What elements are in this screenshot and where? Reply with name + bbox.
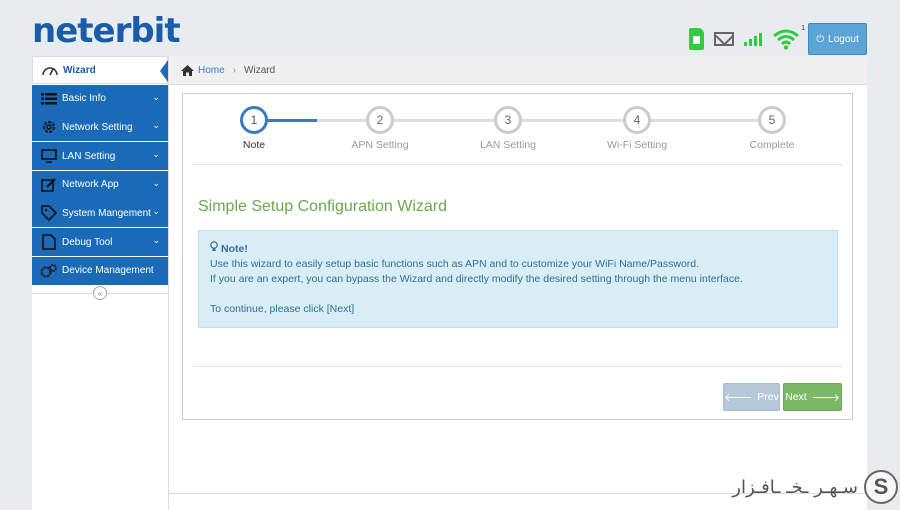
step-complete: 5 Complete	[722, 106, 822, 151]
tag-icon	[40, 205, 58, 222]
chevron-down-icon: ⌄	[152, 235, 160, 246]
watermark: سـهـر ـخـ ـافـزار S	[732, 470, 898, 504]
step-label: LAN Setting	[479, 139, 537, 151]
next-label: Next	[785, 391, 807, 403]
breadcrumb-home[interactable]: Home	[181, 64, 225, 76]
arrow-left-icon: 🡐	[724, 391, 753, 404]
sidebar-item-system-management[interactable]: System Mangement ⌄	[32, 199, 168, 228]
note-line-2: If you are an expert, you can bypass the…	[210, 273, 743, 285]
step-label: Wi-Fi Setting	[606, 139, 668, 151]
gears-icon	[40, 263, 58, 279]
gear-icon	[40, 119, 58, 135]
brand-logo: neterbit	[32, 11, 181, 51]
wizard-steps: 1 Note 2 APN Setting 3 LAN Setting 4 Wi-…	[193, 106, 843, 156]
step-number: 1	[240, 106, 268, 134]
status-icons: 1	[689, 25, 805, 50]
sidebar-item-label: Device Management	[62, 265, 154, 277]
signal-strength-icon	[744, 32, 762, 46]
logout-button[interactable]: ⏻ Logout	[808, 23, 867, 55]
sidebar-item-label: Network App	[62, 179, 119, 191]
note-alert: Note! Use this wizard to easily setup ba…	[198, 230, 838, 328]
chevron-down-icon: ⌄	[152, 206, 160, 217]
dashboard-icon	[41, 62, 59, 78]
sidebar-item-wizard[interactable]: Wizard	[32, 56, 168, 84]
note-line-3: To continue, please click [Next]	[210, 303, 355, 315]
prev-button[interactable]: 🡐 Prev	[723, 383, 780, 411]
sidebar: Wizard Basic Info ⌄ Network Setting ⌄ LA…	[32, 56, 169, 510]
panel-divider	[193, 366, 843, 367]
note-heading: Note!	[210, 241, 826, 257]
collapse-sidebar-button[interactable]: «	[93, 286, 107, 300]
step-number: 5	[758, 106, 786, 134]
wifi-client-count: 1	[801, 25, 805, 32]
sidebar-item-label: Basic Info	[62, 93, 106, 105]
sidebar-item-network-setting[interactable]: Network Setting ⌄	[32, 113, 168, 142]
step-label: APN Setting	[351, 139, 409, 151]
wizard-panel: 1 Note 2 APN Setting 3 LAN Setting 4 Wi-…	[182, 93, 853, 420]
home-icon	[181, 64, 194, 76]
monitor-icon	[40, 148, 58, 164]
wizard-title: Simple Setup Configuration Wizard	[198, 198, 448, 215]
step-lan-setting: 3 LAN Setting	[458, 106, 558, 151]
main-content: Home › Wizard 1 Note 2 APN Setting 3 LAN…	[169, 56, 867, 510]
steps-divider	[193, 164, 843, 165]
sim-card-icon[interactable]	[689, 28, 704, 50]
chevron-down-icon: ⌄	[152, 120, 160, 131]
sidebar-item-label: Network Setting	[62, 121, 133, 133]
sidebar-item-basic-info[interactable]: Basic Info ⌄	[32, 84, 168, 113]
list-icon	[40, 91, 58, 107]
step-apn-setting: 2 APN Setting	[330, 106, 430, 151]
note-heading-text: Note!	[221, 242, 248, 255]
sidebar-item-network-app[interactable]: Network App ⌄	[32, 170, 168, 199]
header: neterbit 1 ⏻ Logout	[0, 0, 900, 56]
chevron-down-icon: ⌄	[152, 91, 160, 102]
sidebar-item-label: Debug Tool	[62, 236, 113, 248]
power-icon: ⏻	[816, 33, 825, 45]
step-note: 1 Note	[204, 106, 304, 151]
breadcrumb: Home › Wizard	[169, 56, 867, 85]
watermark-text: سـهـر ـخـ ـافـزار	[732, 476, 858, 498]
note-spacer	[210, 287, 826, 302]
step-wifi-setting: 4 Wi-Fi Setting	[587, 106, 687, 151]
sidebar-item-lan-setting[interactable]: LAN Setting ⌄	[32, 142, 168, 171]
breadcrumb-home-label: Home	[198, 64, 225, 76]
sidebar-item-debug-tool[interactable]: Debug Tool ⌄	[32, 228, 168, 257]
step-number: 3	[494, 106, 522, 134]
prev-label: Prev	[757, 391, 779, 403]
sidebar-item-label: LAN Setting	[62, 150, 116, 162]
next-button[interactable]: Next 🡒	[783, 383, 842, 411]
chevron-down-icon: ⌄	[152, 177, 160, 188]
sidebar-item-device-management[interactable]: Device Management	[32, 256, 168, 285]
step-number: 2	[366, 106, 394, 134]
step-label: Complete	[749, 139, 795, 151]
sidebar-item-label: Wizard	[63, 64, 96, 76]
watermark-logo: S	[864, 470, 898, 504]
edit-icon	[40, 177, 58, 193]
document-icon	[40, 234, 58, 250]
arrow-right-icon: 🡒	[811, 391, 840, 404]
breadcrumb-current: Wizard	[244, 64, 276, 76]
mail-icon[interactable]	[714, 32, 734, 46]
wifi-icon[interactable]: 1	[772, 25, 805, 50]
breadcrumb-separator: ›	[232, 64, 237, 76]
logout-label: Logout	[828, 33, 859, 45]
step-number: 4	[623, 106, 651, 134]
lightbulb-icon	[210, 241, 218, 257]
sidebar-item-label: System Mangement	[62, 207, 151, 219]
step-label: Note	[242, 139, 266, 151]
chevron-down-icon: ⌄	[152, 149, 160, 160]
note-line-1: Use this wizard to easily setup basic fu…	[210, 258, 700, 270]
